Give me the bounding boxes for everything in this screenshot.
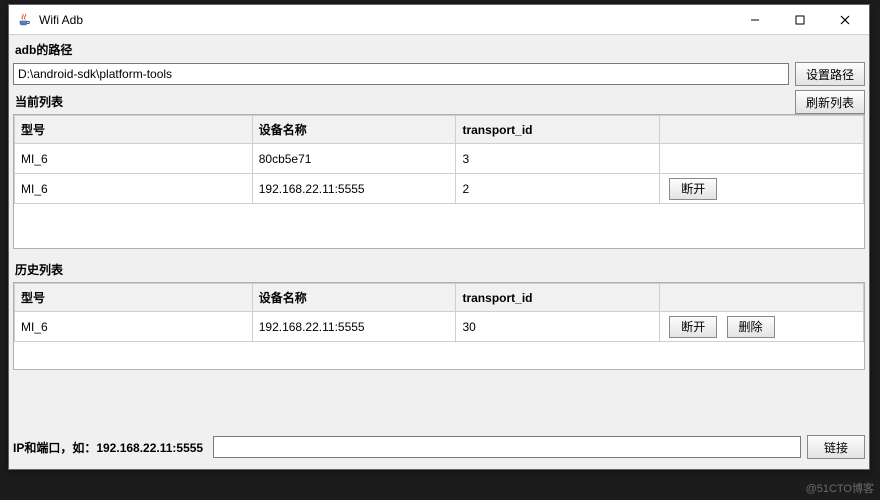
maximize-icon (795, 15, 805, 25)
close-button[interactable] (822, 6, 867, 34)
ip-port-label: IP和端口，如：192.168.22.11:5555 (13, 439, 207, 456)
ip-port-input[interactable] (213, 436, 801, 458)
content-pane: adb的路径 设置路径 当前列表 刷新列表 型号 设备名称 transport_… (9, 35, 869, 469)
cell-model: MI_6 (15, 144, 253, 174)
cell-tid: 30 (456, 312, 660, 342)
current-list-heading: 当前列表 (13, 91, 789, 114)
col-actions[interactable] (660, 284, 864, 312)
table-header-row: 型号 设备名称 transport_id (15, 284, 864, 312)
maximize-button[interactable] (777, 6, 822, 34)
history-list-table: 型号 设备名称 transport_id MI_6 192.168.22.11:… (13, 282, 865, 370)
cell-model: MI_6 (15, 174, 253, 204)
app-window: Wifi Adb adb的路径 设置路径 当前列表 刷新列表 (8, 4, 870, 470)
table-row[interactable]: MI_6 80cb5e71 3 (15, 144, 864, 174)
cell-name: 192.168.22.11:5555 (252, 174, 456, 204)
col-model[interactable]: 型号 (15, 116, 253, 144)
current-list-table: 型号 设备名称 transport_id MI_6 80cb5e71 3 MI_ (13, 114, 865, 249)
cell-tid: 2 (456, 174, 660, 204)
table-row[interactable]: MI_6 192.168.22.11:5555 30 断开 删除 (15, 312, 864, 342)
col-actions[interactable] (660, 116, 864, 144)
disconnect-button[interactable]: 断开 (669, 178, 717, 200)
minimize-button[interactable] (732, 6, 777, 34)
watermark: @51CTO博客 (806, 480, 874, 496)
disconnect-button[interactable]: 断开 (669, 316, 717, 338)
history-list-heading: 历史列表 (13, 259, 865, 282)
cell-model: MI_6 (15, 312, 253, 342)
col-tid[interactable]: transport_id (456, 284, 660, 312)
refresh-list-button[interactable]: 刷新列表 (795, 90, 865, 114)
java-cup-icon (17, 12, 33, 28)
cell-name: 192.168.22.11:5555 (252, 312, 456, 342)
col-name[interactable]: 设备名称 (252, 116, 456, 144)
window-title: Wifi Adb (39, 13, 732, 27)
cell-tid: 3 (456, 144, 660, 174)
cell-actions (660, 144, 864, 174)
minimize-icon (750, 15, 760, 25)
cell-name: 80cb5e71 (252, 144, 456, 174)
adb-path-label: adb的路径 (13, 39, 865, 62)
set-path-button[interactable]: 设置路径 (795, 62, 865, 86)
table-row[interactable]: MI_6 192.168.22.11:5555 2 断开 (15, 174, 864, 204)
col-name[interactable]: 设备名称 (252, 284, 456, 312)
table-header-row: 型号 设备名称 transport_id (15, 116, 864, 144)
col-model[interactable]: 型号 (15, 284, 253, 312)
titlebar: Wifi Adb (9, 5, 869, 35)
delete-button[interactable]: 删除 (727, 316, 775, 338)
connect-button[interactable]: 链接 (807, 435, 865, 459)
cell-actions: 断开 删除 (660, 312, 864, 342)
col-tid[interactable]: transport_id (456, 116, 660, 144)
cell-actions: 断开 (660, 174, 864, 204)
close-icon (840, 15, 850, 25)
adb-path-input[interactable] (13, 63, 789, 85)
